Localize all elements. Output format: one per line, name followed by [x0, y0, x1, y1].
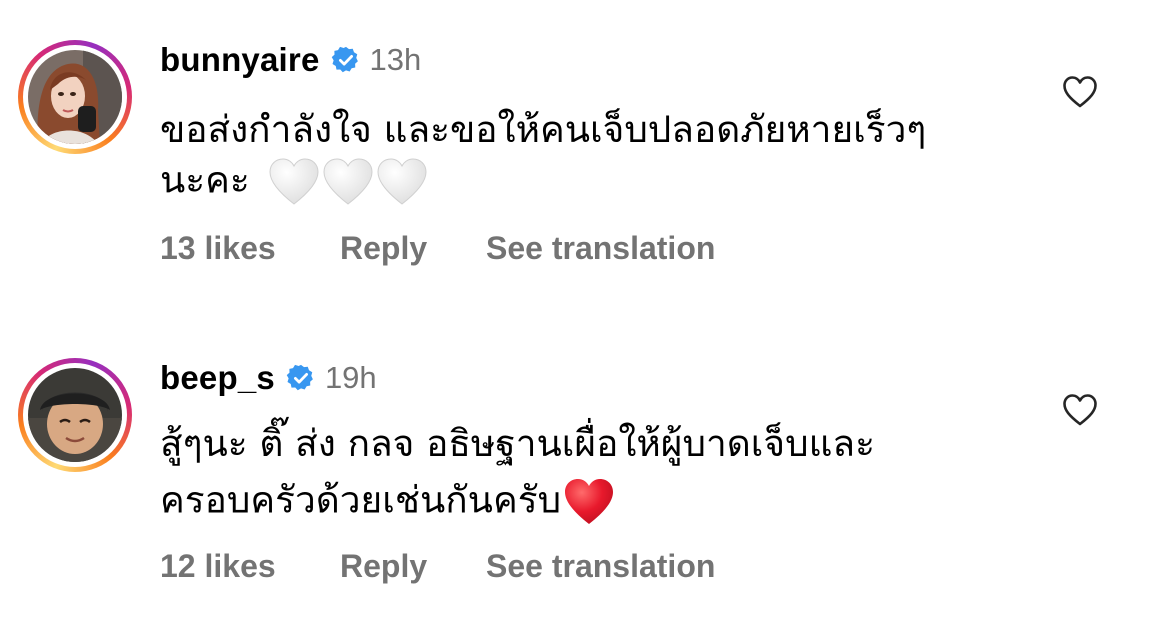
white-heart-emoji — [322, 158, 374, 206]
red-heart-emoji — [563, 478, 615, 526]
like-heart-icon[interactable] — [1062, 393, 1098, 427]
username-link[interactable]: bunnyaire — [160, 41, 320, 79]
comment-timestamp: 13h — [369, 42, 422, 77]
comment-actions: 13 likes Reply See translation — [160, 226, 715, 270]
see-translation-button[interactable]: See translation — [486, 230, 715, 267]
comment-text-line-2: นะคะ — [160, 158, 428, 206]
comment-text-line-1: สู้ๆนะ ติ๊ ส่ง กลจ อธิษฐานเผื่อให้ผู้บาด… — [160, 422, 875, 465]
comment-header: beep_s 19h — [160, 356, 377, 400]
comment-item: bunnyaire 13h ขอส่งกำลังใจ และขอให้คนเจ็… — [0, 0, 1169, 300]
white-heart-emoji — [268, 158, 320, 206]
avatar[interactable] — [28, 50, 122, 144]
comment-text-line-2-text: ครอบครัวด้วยเช่นกันครับ — [160, 478, 562, 522]
comment-text-line-2: ครอบครัวด้วยเช่นกันครับ — [160, 478, 615, 526]
verified-badge-icon — [331, 45, 361, 75]
white-heart-emoji — [376, 158, 428, 206]
comment-text-line-2-text: นะคะ — [160, 158, 250, 202]
reply-button[interactable]: Reply — [340, 230, 486, 267]
avatar[interactable] — [28, 368, 122, 462]
avatar-story-ring[interactable] — [18, 358, 132, 472]
like-heart-icon[interactable] — [1062, 75, 1098, 109]
likes-count[interactable]: 13 likes — [160, 230, 340, 267]
username-link[interactable]: beep_s — [160, 359, 275, 397]
avatar-story-ring[interactable] — [18, 40, 132, 154]
comment-item: beep_s 19h สู้ๆนะ ติ๊ ส่ง กลจ อธิษฐานเผื… — [0, 318, 1169, 618]
comment-text-line-1: ขอส่งกำลังใจ และขอให้คนเจ็บปลอดภัยหายเร็… — [160, 108, 927, 151]
comment-header: bunnyaire 13h — [160, 38, 421, 82]
likes-count[interactable]: 12 likes — [160, 548, 340, 585]
comment-timestamp: 19h — [324, 360, 377, 395]
verified-badge-icon — [286, 363, 316, 393]
reply-button[interactable]: Reply — [340, 548, 486, 585]
see-translation-button[interactable]: See translation — [486, 548, 715, 585]
comment-actions: 12 likes Reply See translation — [160, 544, 715, 588]
